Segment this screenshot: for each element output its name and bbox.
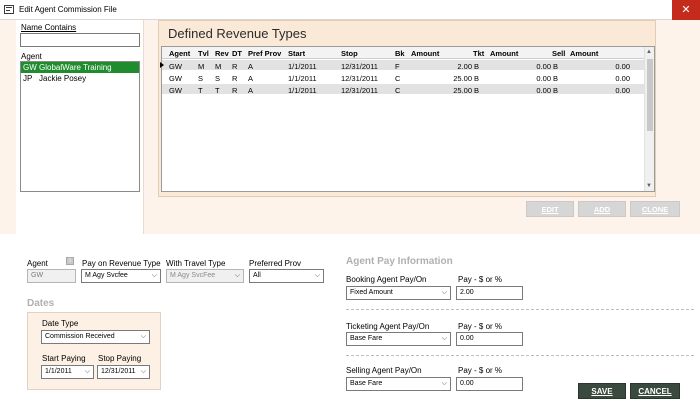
save-button[interactable]: SAVE [578, 383, 626, 399]
chevron-down-icon: ⌵ [314, 272, 320, 279]
with-travel-type-select[interactable]: M Agy SvcFee ⌵ [166, 269, 244, 283]
close-button[interactable]: ✕ [672, 0, 700, 20]
selling-pay-amount-label: Pay - $ or % [458, 366, 503, 375]
booking-agent-pay-on-label: Booking Agent Pay/On [346, 275, 427, 284]
col-header-bk[interactable]: Bk [395, 49, 405, 58]
col-header-tvl[interactable]: Tvl [198, 49, 209, 58]
grid-scrollbar[interactable]: ▲ ▼ [644, 47, 654, 191]
revenue-types-grid[interactable]: Agent Tvl Rev DT Pref Prov Start Stop Bk… [161, 46, 655, 192]
stop-paying-label: Stop Paying [98, 354, 142, 363]
dates-section-title: Dates [27, 298, 55, 309]
revenue-types-title: Defined Revenue Types [168, 26, 307, 41]
col-header-tkt[interactable]: Tkt [473, 49, 484, 58]
selling-agent-pay-on-select[interactable]: Base Fare ⌵ [346, 377, 451, 391]
edit-button[interactable]: EDIT [526, 201, 574, 217]
cancel-button[interactable]: CANCEL [630, 383, 680, 399]
chevron-down-icon: ⌵ [441, 380, 447, 387]
table-row[interactable]: GW M M R A 1/1/2011 12/31/2011 F 2.00 B … [162, 60, 646, 71]
agent-list-item[interactable]: JP Jackie Posey [21, 73, 139, 84]
preferred-prov-label: Preferred Prov [249, 259, 302, 268]
scroll-thumb[interactable] [647, 59, 653, 131]
pay-on-revenue-select[interactable]: M Agy Svcfee ⌵ [81, 269, 161, 283]
stop-paying-date[interactable]: 12/31/2011 ⌵ [97, 365, 150, 379]
agent-list-item[interactable]: GW GlobalWare Training [21, 62, 139, 73]
table-row[interactable]: GW S S R A 1/1/2011 12/31/2011 C 25.00 B… [162, 72, 646, 83]
add-button[interactable]: ADD [578, 201, 626, 217]
name-contains-label: Name Contains [21, 23, 77, 32]
scroll-up-icon[interactable]: ▲ [646, 49, 652, 55]
divider [346, 355, 694, 356]
agent-field[interactable]: GW [27, 269, 76, 283]
ticketing-pay-amount-label: Pay - $ or % [458, 322, 503, 331]
window-title: Edit Agent Commission File [19, 5, 117, 14]
agent-field-label: Agent [27, 259, 48, 268]
ticketing-agent-pay-on-select[interactable]: Base Fare ⌵ [346, 332, 451, 346]
close-icon: ✕ [681, 4, 691, 16]
col-header-stop[interactable]: Stop [341, 49, 358, 58]
chevron-down-icon: ⌵ [441, 289, 447, 296]
col-header-tkt-amount[interactable]: Amount [490, 49, 518, 58]
col-header-rev[interactable]: Rev [215, 49, 229, 58]
divider [346, 309, 694, 310]
col-header-start[interactable]: Start [288, 49, 305, 58]
pay-on-revenue-label: Pay on Revenue Type [82, 259, 161, 268]
col-header-bk-amount[interactable]: Amount [411, 49, 439, 58]
chevron-down-icon: ⌵ [140, 368, 146, 375]
chevron-down-icon: ⌵ [84, 368, 90, 375]
chevron-down-icon: ⌵ [140, 333, 146, 340]
preferred-prov-select[interactable]: All ⌵ [249, 269, 324, 283]
chevron-down-icon: ⌵ [151, 272, 157, 279]
scroll-down-icon[interactable]: ▼ [646, 183, 652, 189]
booking-pay-amount-input[interactable]: 2.00 [456, 286, 523, 300]
booking-pay-amount-label: Pay - $ or % [458, 275, 503, 284]
booking-agent-pay-on-select[interactable]: Fixed Amount ⌵ [346, 286, 451, 300]
selling-agent-pay-on-label: Selling Agent Pay/On [346, 366, 422, 375]
chevron-down-icon: ⌵ [441, 335, 447, 342]
name-contains-input[interactable] [20, 33, 140, 47]
date-type-select[interactable]: Commission Received ⌵ [41, 330, 150, 344]
chevron-down-icon: ⌵ [234, 272, 240, 279]
title-bar: Edit Agent Commission File ✕ [0, 0, 700, 20]
agent-list-label: Agent [21, 52, 42, 61]
clone-button[interactable]: CLONE [630, 201, 680, 217]
date-type-label: Date Type [42, 319, 79, 328]
start-paying-label: Start Paying [42, 354, 86, 363]
ticketing-pay-amount-input[interactable]: 0.00 [456, 332, 523, 346]
grid-header: Agent Tvl Rev DT Pref Prov Start Stop Bk… [162, 47, 646, 59]
agent-list[interactable]: GW GlobalWare Training JP Jackie Posey [20, 61, 140, 192]
ticketing-agent-pay-on-label: Ticketing Agent Pay/On [346, 322, 430, 331]
selling-pay-amount-input[interactable]: 0.00 [456, 377, 523, 391]
col-header-pref-prov[interactable]: Pref Prov [248, 49, 281, 58]
agent-pay-section-title: Agent Pay Information [346, 256, 453, 267]
current-row-indicator-icon [160, 62, 164, 68]
col-header-sell[interactable]: Sell [552, 49, 565, 58]
with-travel-type-label: With Travel Type [166, 259, 226, 268]
start-paying-date[interactable]: 1/1/2011 ⌵ [41, 365, 94, 379]
col-header-dt[interactable]: DT [232, 49, 242, 58]
col-header-agent[interactable]: Agent [169, 49, 190, 58]
table-row[interactable]: GW T T R A 1/1/2011 12/31/2011 C 25.00 B… [162, 84, 646, 95]
col-header-sell-amount[interactable]: Amount [570, 49, 598, 58]
info-icon: i [66, 257, 74, 265]
app-icon [4, 5, 14, 14]
